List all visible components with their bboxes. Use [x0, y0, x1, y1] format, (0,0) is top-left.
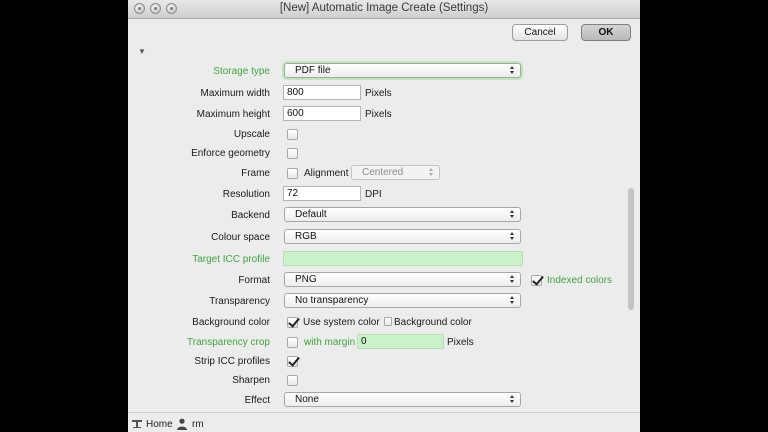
indexed-colors-checkbox[interactable] — [531, 275, 542, 286]
vertical-scrollbar[interactable] — [628, 188, 634, 310]
effect-label: Effect — [244, 395, 270, 406]
title-bar[interactable]: [New] Automatic Image Create (Settings) — [128, 0, 640, 19]
use-system-color-checkbox[interactable] — [287, 317, 298, 328]
backend-value: Default — [295, 209, 327, 220]
backend-select[interactable]: Default — [284, 207, 521, 222]
resolution-input[interactable]: 72 — [283, 186, 361, 201]
format-label: Format — [238, 275, 270, 286]
upscale-label: Upscale — [233, 129, 270, 140]
transparency-crop-checkbox[interactable] — [287, 337, 298, 348]
max-width-label: Maximum width — [200, 88, 270, 99]
alignment-value: Centered — [362, 167, 404, 178]
colour-space-value: RGB — [295, 231, 317, 242]
select-arrows-icon — [510, 231, 515, 242]
resolution-unit: DPI — [365, 189, 382, 200]
max-height-unit: Pixels — [365, 109, 392, 120]
target-icc-input[interactable] — [283, 251, 523, 266]
sharpen-checkbox[interactable] — [287, 375, 298, 386]
storage-type-select[interactable]: PDF file — [284, 63, 521, 78]
alignment-label: Alignment — [304, 168, 349, 179]
settings-window: [New] Automatic Image Create (Settings) … — [128, 0, 640, 432]
effect-select[interactable]: None — [284, 392, 521, 407]
window-title: [New] Automatic Image Create (Settings) — [279, 2, 489, 14]
effect-value: None — [295, 394, 319, 405]
transparency-crop-label: Transparency crop — [187, 337, 270, 348]
frame-checkbox[interactable] — [287, 168, 298, 179]
backend-label: Backend — [231, 210, 270, 221]
storage-type-label: Storage type — [213, 66, 270, 77]
ok-button[interactable]: OK — [581, 24, 631, 41]
transparency-select[interactable]: No transparency — [284, 293, 521, 308]
home-icon — [132, 420, 142, 428]
strip-icc-checkbox[interactable] — [287, 356, 298, 367]
status-bar: Home rm — [128, 412, 640, 432]
frame-label: Frame — [241, 168, 270, 179]
user-label: rm — [192, 419, 204, 430]
transparency-value: No transparency — [295, 295, 369, 306]
max-height-label: Maximum height — [196, 109, 270, 120]
transparency-label: Transparency — [209, 296, 270, 307]
resolution-label: Resolution — [222, 189, 270, 200]
custom-background-color-label: Background color — [394, 317, 472, 328]
max-width-input[interactable]: 800 — [283, 85, 361, 100]
enforce-geometry-checkbox[interactable] — [287, 148, 298, 159]
format-select[interactable]: PNG — [284, 272, 521, 287]
enforce-geometry-label: Enforce geometry — [191, 148, 270, 159]
target-icc-label: Target ICC profile — [192, 254, 270, 265]
use-system-color-label: Use system color — [303, 317, 380, 328]
cancel-button[interactable]: Cancel — [512, 24, 568, 41]
select-arrows-icon — [510, 394, 515, 405]
max-height-input[interactable]: 600 — [283, 106, 361, 121]
alignment-select[interactable]: Centered — [351, 165, 440, 180]
colour-space-select[interactable]: RGB — [284, 229, 521, 244]
margin-input[interactable]: 0 — [357, 334, 444, 349]
storage-type-value: PDF file — [295, 65, 331, 76]
select-arrows-icon — [510, 65, 515, 76]
max-width-unit: Pixels — [365, 88, 392, 99]
sharpen-label: Sharpen — [232, 375, 270, 386]
select-arrows-icon — [510, 274, 515, 285]
background-color-label: Background color — [192, 317, 270, 328]
select-arrows-icon — [429, 167, 434, 178]
user-icon — [177, 418, 187, 430]
select-arrows-icon — [510, 209, 515, 220]
select-arrows-icon — [510, 295, 515, 306]
strip-icc-label: Strip ICC profiles — [194, 356, 270, 367]
disclosure-triangle-icon[interactable]: ▼ — [138, 47, 146, 56]
location-label: Home — [146, 419, 173, 430]
background-color-swatch-checkbox[interactable] — [384, 317, 392, 326]
indexed-colors-label: Indexed colors — [547, 275, 613, 286]
margin-unit: Pixels — [447, 337, 474, 348]
with-margin-label: with margin — [304, 337, 356, 348]
format-value: PNG — [295, 274, 317, 285]
upscale-checkbox[interactable] — [287, 129, 298, 140]
colour-space-label: Colour space — [211, 232, 270, 243]
